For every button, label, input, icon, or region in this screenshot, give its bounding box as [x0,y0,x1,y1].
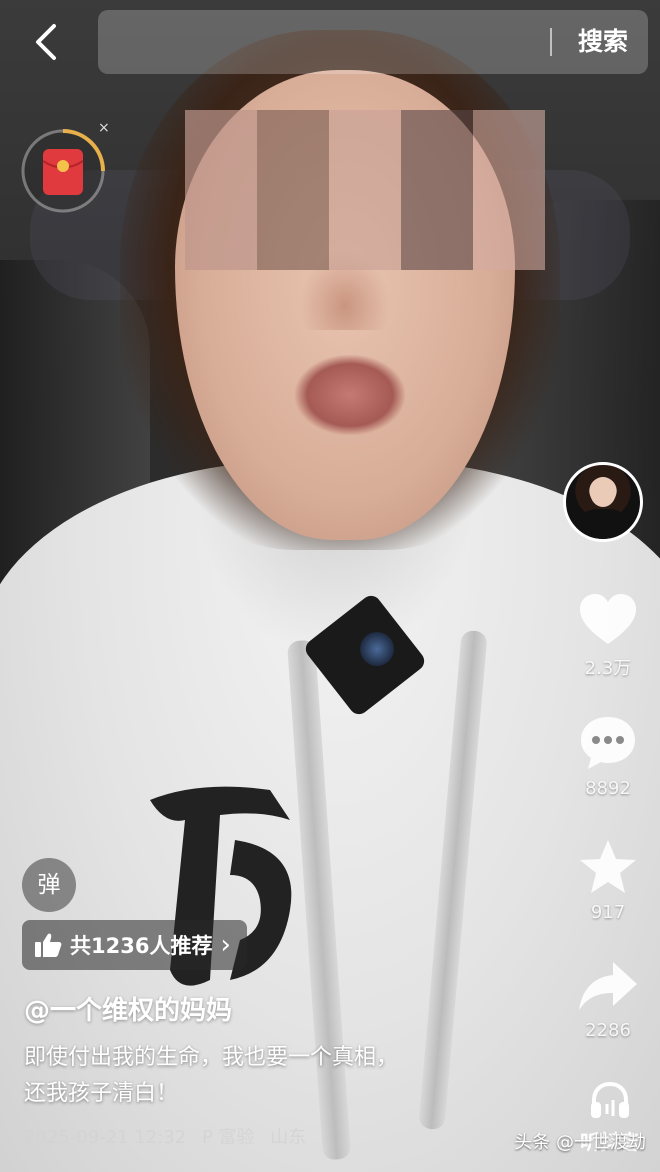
share-count: 2286 [585,1020,631,1041]
description-line-2: 还我孩子清白！ [24,1081,179,1106]
mouth [295,355,405,435]
post-description: 即使付出我的生命，我也要一个真相， 还我孩子清白！ [24,1040,484,1112]
mic-lens [360,632,394,666]
post-location: P 富验 [201,1127,255,1148]
search-divider [550,28,552,56]
headphones-icon [591,1081,629,1118]
red-packet-icon [21,129,105,213]
description-line-1: 即使付出我的生命，我也要一个真相， [24,1045,399,1070]
share-button[interactable]: 2286 [570,958,646,1041]
like-count: 2.3万 [584,658,632,679]
chevron-left-icon [36,24,56,60]
mosaic-blur [185,110,545,270]
author-name[interactable]: @一个维权的妈妈 [24,990,232,1027]
danmu-label: 弹 [37,872,61,898]
post-region: 山东 [270,1127,307,1148]
watermark: 头条 @一世渡劫 [514,1132,646,1153]
favorite-count: 917 [590,902,626,923]
star-icon [580,840,636,893]
chevron-right-icon: › [220,930,231,960]
creator-avatar[interactable] [563,462,643,542]
recommend-label: 共1236人推荐 [70,934,213,958]
search-input[interactable] [114,10,548,76]
avatar-face [590,477,616,507]
avatar-body [576,509,630,539]
like-button[interactable]: 2.3万 [570,592,646,680]
comment-button[interactable]: 8892 [570,714,646,799]
thumbs-up-icon [35,933,62,957]
back-button[interactable] [26,18,70,66]
post-datetime: 2025-09-21 12:32 [24,1127,187,1148]
search-button[interactable]: 搜索 [568,10,638,74]
danmu-toggle-button[interactable]: 弹 [22,858,76,912]
heart-icon [580,594,636,644]
post-meta: 2025-09-21 12:32 P 富验 山东 [24,1123,316,1149]
comment-count: 8892 [585,778,631,799]
recommend-chip[interactable]: 共1236人推荐 › [22,920,247,970]
share-arrow-icon [579,962,637,1010]
red-packet-widget[interactable] [20,128,106,214]
red-packet-close-button[interactable]: × [98,120,110,136]
favorite-button[interactable]: 917 [570,838,646,923]
search-bar[interactable]: 搜索 [98,10,648,76]
comment-bubble-icon [581,717,635,769]
